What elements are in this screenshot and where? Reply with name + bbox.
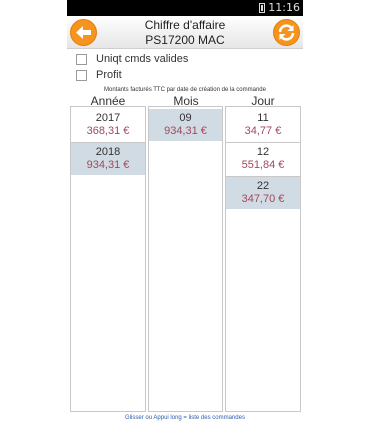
jour-list[interactable]: 11 34,77 € 12 551,84 € 22 347,70 €	[225, 106, 301, 412]
status-bar: 11:16	[67, 0, 303, 16]
jour-item-selected[interactable]: 22 347,70 €	[226, 177, 300, 209]
annee-list[interactable]: 2017 368,31 € 2018 934,31 €	[70, 106, 146, 412]
footer-hint[interactable]: Glisser ou Appui long = liste des comman…	[67, 415, 303, 421]
jour-label: 12	[256, 146, 270, 158]
status-time: 11:16	[268, 1, 300, 14]
jour-label: 22	[256, 180, 270, 192]
jour-item[interactable]: 11 34,77 €	[226, 109, 300, 141]
mois-item-selected[interactable]: 09 934,31 €	[149, 109, 222, 141]
annee-item-selected[interactable]: 2018 934,31 €	[71, 143, 145, 175]
jour-amount: 34,77 €	[244, 125, 282, 137]
page-title: Chiffre d'affaire	[144, 18, 226, 32]
mois-amount: 934,31 €	[164, 125, 207, 137]
back-button[interactable]	[70, 19, 97, 46]
header: Chiffre d'affaire PS17200 MAC	[67, 16, 303, 49]
mois-list[interactable]: 09 934,31 €	[148, 106, 223, 412]
jour-amount: 551,84 €	[241, 159, 285, 171]
valid-orders-checkbox[interactable]	[76, 53, 87, 65]
jour-label: 11	[257, 112, 269, 124]
arrow-left-icon	[76, 26, 91, 39]
annee-amount: 368,31 €	[86, 125, 130, 137]
profit-label: Profit	[96, 69, 122, 81]
annee-label: 2018	[95, 146, 121, 158]
valid-orders-option[interactable]: Uniqt cmds valides	[76, 52, 188, 66]
valid-orders-label: Uniqt cmds valides	[96, 53, 189, 65]
annee-item[interactable]: 2017 368,31 €	[71, 109, 145, 141]
jour-amount: 347,70 €	[241, 193, 285, 205]
profit-checkbox[interactable]	[76, 69, 87, 81]
caption: Montants facturés TTC par date de créati…	[104, 87, 266, 93]
refresh-icon	[278, 24, 295, 41]
annee-amount: 934,31 €	[86, 159, 130, 171]
profit-option[interactable]: Profit	[76, 68, 122, 82]
jour-item[interactable]: 12 551,84 €	[226, 143, 300, 175]
refresh-button[interactable]	[273, 19, 300, 46]
mois-label: 09	[179, 112, 192, 124]
annee-label: 2017	[95, 112, 121, 124]
battery-icon	[259, 3, 265, 13]
page-subtitle: PS17200 MAC	[145, 33, 225, 47]
